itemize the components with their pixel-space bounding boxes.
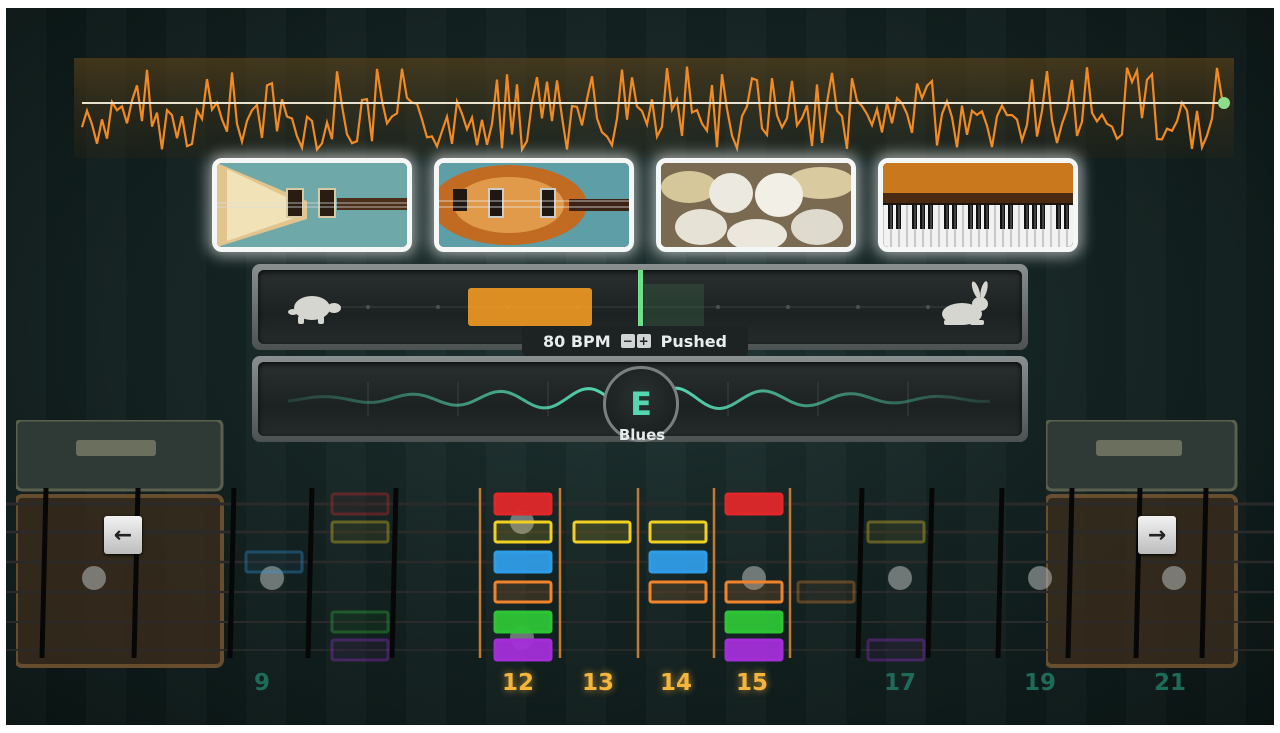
fret-wire [131, 487, 141, 659]
scale-note [493, 610, 553, 634]
fret-number: 21 [1153, 670, 1186, 696]
scale-note [724, 580, 784, 604]
scale-note [493, 638, 553, 662]
instrument-keyboard[interactable] [878, 158, 1078, 252]
scale-note [796, 580, 856, 604]
fret-wire [1199, 487, 1209, 659]
key-note: E [630, 385, 652, 423]
scale-note [493, 492, 553, 516]
scroll-right-button[interactable]: → [1138, 516, 1176, 554]
scale-note [648, 550, 708, 574]
playhead-marker[interactable] [1218, 97, 1230, 109]
fret-inlay-dot [1162, 566, 1186, 590]
tempo-stepper: − + [620, 334, 651, 348]
scale-note [572, 520, 632, 544]
scale-note [330, 492, 390, 516]
scale-note [724, 638, 784, 662]
fret-wire [995, 487, 1005, 659]
flying-v-guitar-icon [217, 163, 407, 247]
scale-note [648, 520, 708, 544]
fret-wire [305, 487, 315, 659]
game-stage: 80 BPM − + Pushed E Blues ← → 9 12 13 14… [6, 8, 1274, 725]
fret-wire [227, 487, 237, 659]
scale-note [724, 610, 784, 634]
fret-number: 14 [659, 670, 692, 696]
fret-number: 9 [253, 670, 270, 696]
song-waveform[interactable] [74, 58, 1234, 158]
fret-inlay-dot [82, 566, 106, 590]
tortoise-icon[interactable] [288, 296, 341, 324]
bpm-label: 80 BPM [542, 331, 611, 351]
scale-note [866, 520, 926, 544]
fret-number: 19 [1023, 670, 1056, 696]
scale-note [330, 638, 390, 662]
scale-note [866, 638, 926, 662]
instrument-drums[interactable] [656, 158, 856, 252]
scale-note [493, 580, 553, 604]
fret-wire [925, 487, 935, 659]
fret-wire [39, 487, 49, 659]
tempo-plus-button[interactable]: + [636, 334, 651, 348]
scale-label[interactable]: Blues [606, 426, 678, 444]
fret-wire [389, 487, 399, 659]
bass-guitar-icon [439, 163, 629, 247]
tempo-range-marker[interactable] [468, 288, 592, 326]
instrument-lead-guitar[interactable] [212, 158, 412, 252]
right-arrow-icon: → [1147, 522, 1167, 548]
scale-note [648, 580, 708, 604]
feel-label[interactable]: Pushed [661, 332, 727, 351]
tempo-readout: 80 BPM − + Pushed [522, 326, 748, 356]
scale-note [330, 610, 390, 634]
fret-number: 15 [735, 670, 768, 696]
fret-wire [1065, 487, 1075, 659]
fret-inlay-dot [1028, 566, 1052, 590]
drum-kit-icon [661, 163, 851, 247]
keyboard-icon [883, 163, 1073, 247]
fretboard[interactable] [6, 478, 1274, 668]
left-arrow-icon: ← [113, 522, 133, 548]
rabbit-icon[interactable] [942, 281, 989, 325]
scale-note [724, 492, 784, 516]
fret-number: 12 [501, 670, 534, 696]
scroll-left-button[interactable]: ← [104, 516, 142, 554]
instrument-bass[interactable] [434, 158, 634, 252]
tempo-glow [644, 284, 704, 328]
scale-note [244, 550, 304, 574]
fret-number: 17 [883, 670, 916, 696]
fret-wire [855, 487, 865, 659]
fret-wire [1133, 487, 1143, 659]
tempo-minus-button[interactable]: − [620, 334, 635, 348]
fret-inlay-dot [888, 566, 912, 590]
scale-note [493, 520, 553, 544]
fret-number: 13 [581, 670, 614, 696]
scale-note [493, 550, 553, 574]
scale-note [330, 520, 390, 544]
